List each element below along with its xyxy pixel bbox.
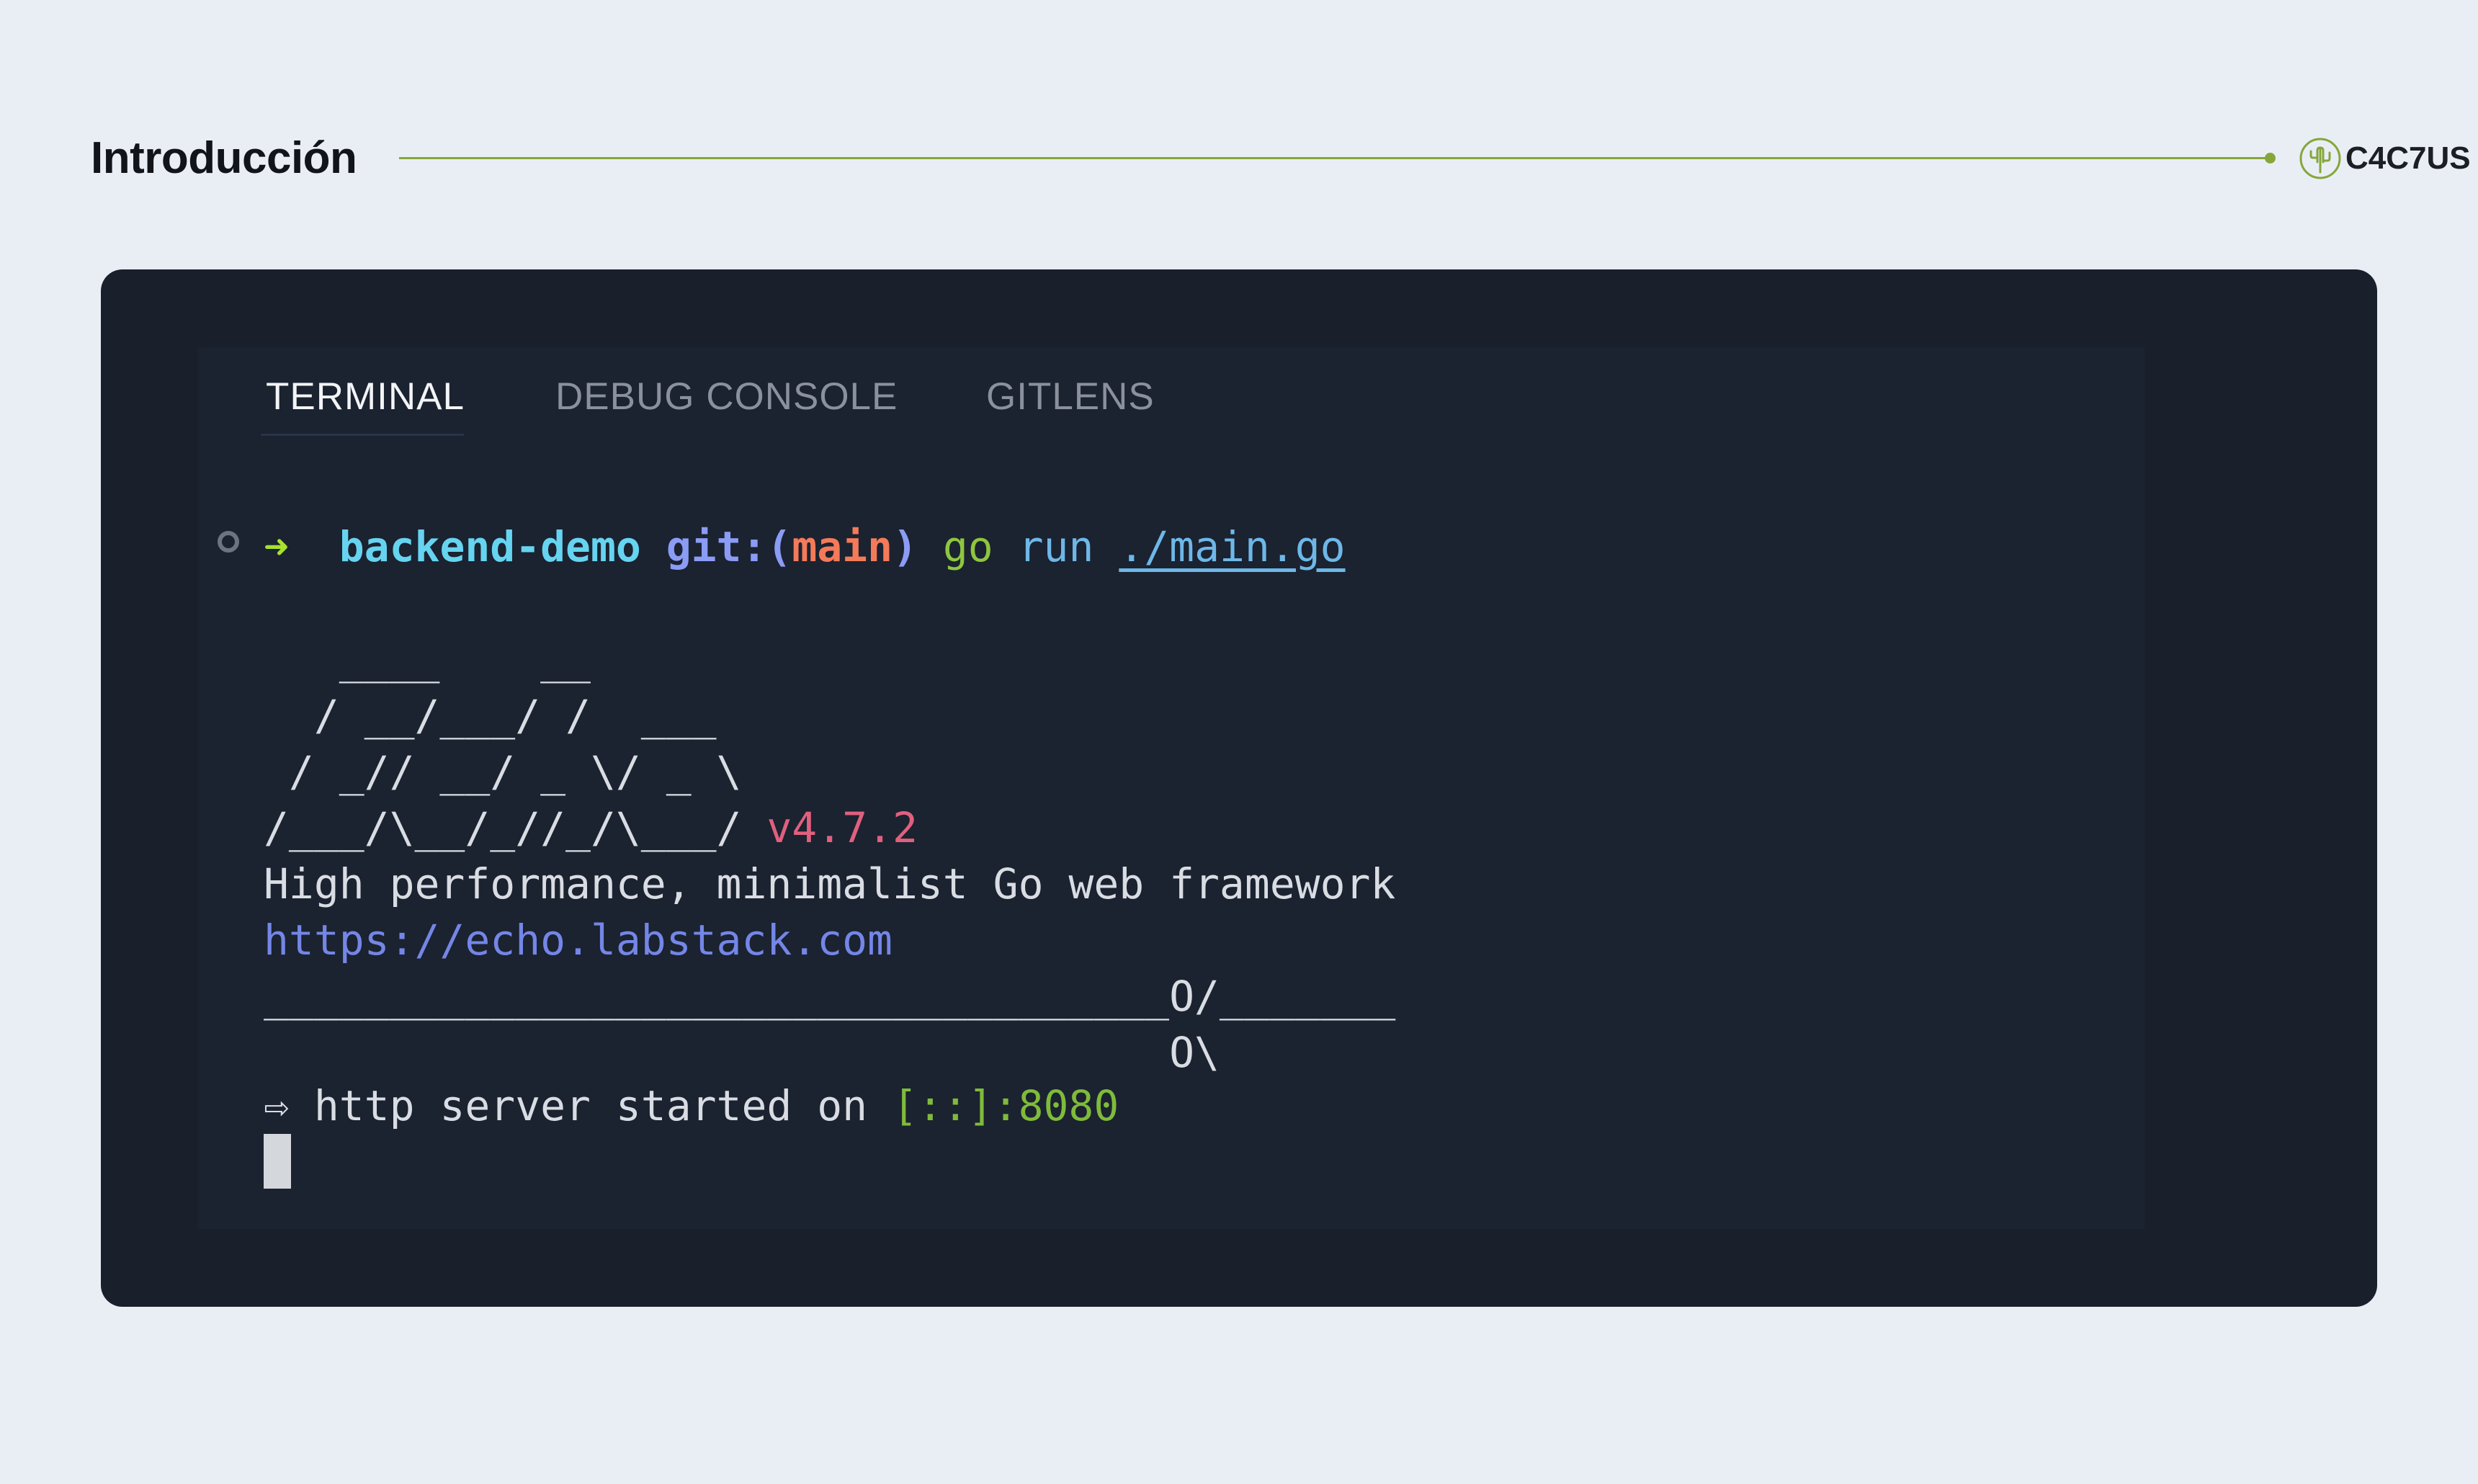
brand-name: C4C7US — [2345, 140, 2471, 176]
version-label: v4.7.2 — [766, 803, 918, 852]
prompt-branch: main — [792, 522, 893, 571]
divider-line-top: ____________________________________O/__… — [264, 972, 1396, 1021]
terminal-cursor[interactable] — [264, 1134, 291, 1189]
header-divider-line — [399, 157, 2269, 159]
prompt-git-prefix: git:( — [666, 522, 792, 571]
cactus-logo-icon — [2299, 138, 2341, 179]
tab-debug-console[interactable]: DEBUG CONSOLE — [555, 372, 898, 422]
framework-url-link[interactable]: https://echo.labstack.com — [264, 912, 893, 968]
prompt-arrow-icon: ➜ — [264, 522, 289, 571]
terminal-tab-bar: TERMINAL DEBUG CONSOLE GITLENS — [101, 269, 2377, 436]
page-title: Introducción — [91, 133, 357, 183]
header-divider-dot — [2265, 153, 2276, 164]
divider-line-bottom: O\ — [264, 1028, 1220, 1077]
banner-line-2: / __/___/ / ___ — [264, 691, 717, 740]
tagline: High performance, minimalist Go web fram… — [264, 859, 1396, 908]
prompt-line: ➜ backend-demo git:(main) go run ./main.… — [264, 519, 1346, 575]
banner-line-4: /___/\__/_//_/\___/ v4.7.2 — [264, 800, 918, 856]
active-tab-indicator — [261, 434, 464, 436]
prompt-git-suffix: ) — [893, 522, 918, 571]
prompt-path-link[interactable]: ./main.go — [1119, 522, 1345, 571]
tab-terminal[interactable]: TERMINAL — [266, 372, 465, 422]
prompt-directory: backend-demo — [339, 522, 641, 571]
tab-gitlens[interactable]: GITLENS — [986, 372, 1155, 422]
banner-line-3: / _// __/ _ \/ _ \ — [264, 747, 742, 796]
page-header: Introducción C4C7US — [91, 128, 2471, 189]
server-started-line: ⇨ http server started on [::]:8080 — [264, 1078, 1119, 1134]
server-started-text: http server started on — [313, 1081, 868, 1130]
prompt-subcommand: run — [1018, 522, 1094, 571]
banner-line-4-art: /___/\__/_//_/\___/ — [264, 803, 742, 852]
banner-line-1: ____ __ — [264, 635, 591, 684]
circle-icon — [218, 531, 239, 553]
server-arrow-icon: ⇨ — [264, 1081, 289, 1130]
prompt-command: go — [942, 522, 993, 571]
brand: C4C7US — [2298, 135, 2471, 182]
server-address: [::]:8080 — [892, 1081, 1119, 1130]
